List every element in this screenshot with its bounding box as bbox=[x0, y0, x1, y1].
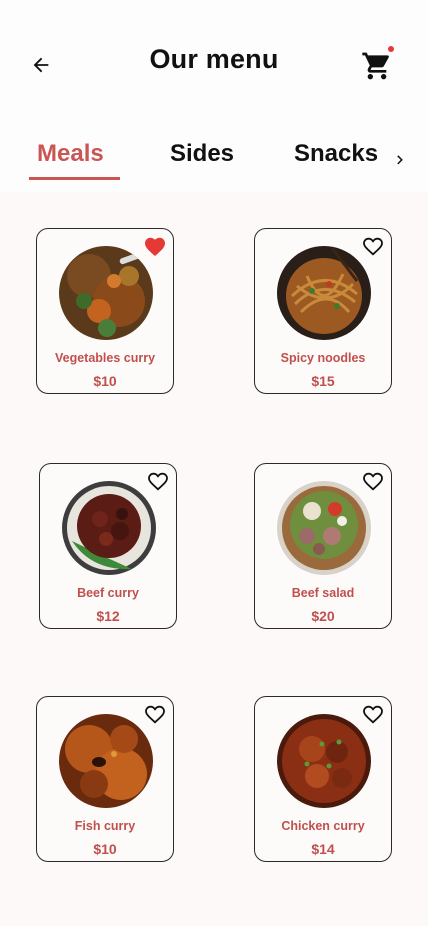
heart-outline-icon[interactable] bbox=[143, 703, 167, 725]
item-price: $10 bbox=[93, 841, 117, 857]
chevron-right-icon bbox=[397, 155, 403, 165]
food-image bbox=[277, 481, 371, 575]
menu-item-card[interactable]: Beef curry $12 bbox=[39, 463, 177, 629]
food-image bbox=[59, 246, 153, 340]
heart-outline-icon[interactable] bbox=[361, 703, 385, 725]
cart-button[interactable] bbox=[360, 46, 396, 82]
heart-outline-icon[interactable] bbox=[146, 470, 170, 492]
tab-meals[interactable]: Meals bbox=[37, 140, 104, 168]
item-price: $20 bbox=[311, 608, 335, 624]
item-price: $10 bbox=[93, 373, 117, 389]
item-name: Beef salad bbox=[291, 586, 355, 600]
tab-sides[interactable]: Sides bbox=[170, 140, 234, 168]
item-name: Beef curry bbox=[77, 586, 139, 600]
cart-badge bbox=[388, 46, 394, 52]
food-image bbox=[59, 714, 153, 808]
item-price: $12 bbox=[96, 608, 120, 624]
menu-item-card[interactable]: Vegetables curry $10 bbox=[36, 228, 174, 394]
item-name: Fish curry bbox=[74, 819, 136, 833]
food-image bbox=[62, 481, 156, 575]
heart-outline-icon[interactable] bbox=[361, 235, 385, 257]
active-tab-indicator bbox=[29, 177, 120, 180]
item-name: Vegetables curry bbox=[54, 351, 156, 365]
menu-item-card[interactable]: Fish curry $10 bbox=[36, 696, 174, 862]
tabs-next-button[interactable] bbox=[390, 150, 410, 170]
food-image bbox=[277, 714, 371, 808]
item-price: $14 bbox=[311, 841, 335, 857]
item-name: Chicken curry bbox=[281, 819, 365, 833]
menu-item-card[interactable]: Beef salad $20 bbox=[254, 463, 392, 629]
food-image bbox=[277, 246, 371, 340]
item-price: $15 bbox=[311, 373, 335, 389]
item-name: Spicy noodles bbox=[280, 351, 366, 365]
tab-snacks[interactable]: Snacks bbox=[294, 140, 378, 168]
heart-outline-icon[interactable] bbox=[361, 470, 385, 492]
menu-item-card[interactable]: Chicken curry $14 bbox=[254, 696, 392, 862]
shopping-cart-icon bbox=[362, 52, 389, 80]
menu-item-card[interactable]: Spicy noodles $15 bbox=[254, 228, 392, 394]
heart-filled-icon[interactable] bbox=[143, 235, 167, 257]
page-title: Our menu bbox=[149, 44, 279, 74]
